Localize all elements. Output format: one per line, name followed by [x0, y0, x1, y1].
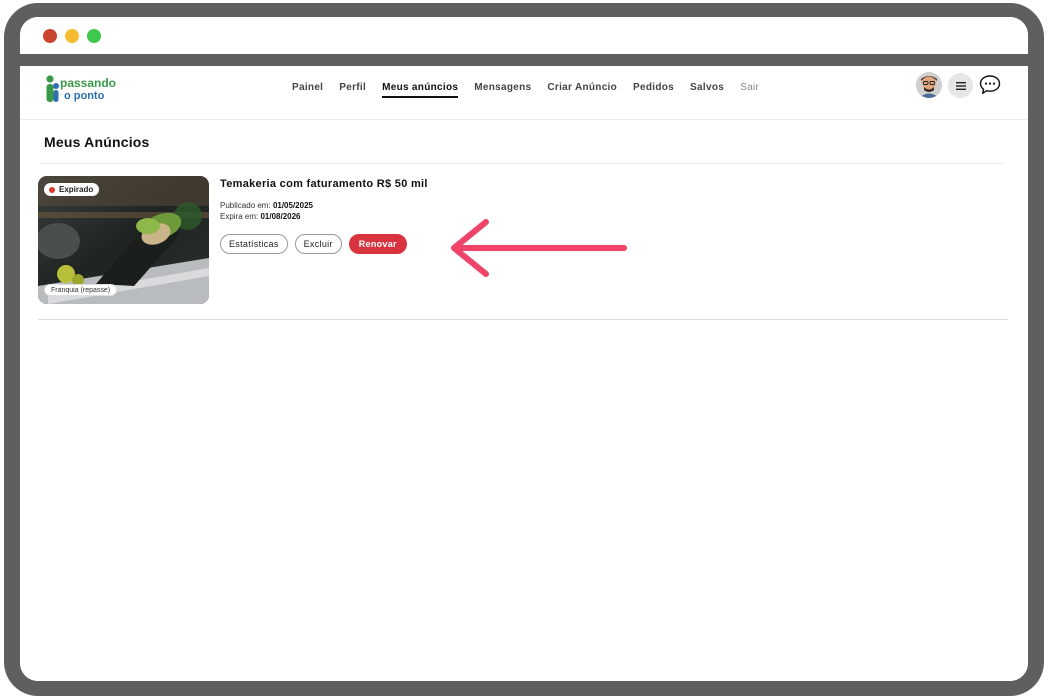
arrow-annotation-icon [430, 216, 630, 280]
divider [38, 319, 1008, 320]
expires-label: Expira em: [220, 212, 259, 221]
page-content: passando o ponto Painel Perfil Meus anún… [20, 66, 1028, 681]
device-frame: passando o ponto Painel Perfil Meus anún… [4, 3, 1044, 696]
nav-item-criar-anuncio[interactable]: Criar Anúncio [547, 82, 617, 98]
chat-bubble-icon [979, 75, 1001, 94]
nav-item-painel[interactable]: Painel [292, 82, 323, 98]
close-window-button[interactable] [43, 29, 57, 43]
hamburger-icon [955, 81, 966, 90]
page-title: Meus Anúncios [44, 134, 150, 150]
status-dot-icon [49, 186, 55, 193]
nav-item-mensagens[interactable]: Mensagens [474, 82, 531, 98]
delete-button[interactable]: Excluir [294, 234, 342, 254]
renew-button[interactable]: Renovar [348, 234, 407, 254]
chat-button[interactable] [979, 74, 1001, 96]
listing-actions: Estatísticas Excluir Renovar [220, 234, 414, 254]
status-badge-label: Expirado [59, 185, 94, 194]
window-titlebar [20, 17, 1028, 66]
svg-text:passando: passando [60, 76, 116, 90]
user-avatar[interactable] [916, 72, 942, 98]
divider [40, 163, 1004, 164]
published-label: Publicado em: [220, 201, 271, 210]
nav-item-meus-anuncios[interactable]: Meus anúncios [382, 82, 459, 98]
published-date: 01/05/2025 [272, 201, 313, 210]
nav-item-pedidos[interactable]: Pedidos [633, 82, 674, 98]
browser-window: passando o ponto Painel Perfil Meus anún… [20, 17, 1028, 681]
listing-image[interactable]: Expirado Franquia (repasse) [38, 176, 209, 304]
svg-text:o ponto: o ponto [64, 90, 105, 102]
published-row: Publicado em: 01/05/2025 [220, 200, 313, 211]
nav-item-salvos[interactable]: Salvos [690, 82, 724, 98]
site-logo[interactable]: passando o ponto [42, 74, 132, 104]
zoom-window-button[interactable] [87, 29, 101, 43]
nav-item-sair[interactable]: Sair [740, 82, 759, 98]
menu-button[interactable] [948, 73, 973, 98]
avatar-icon [916, 72, 942, 98]
expires-date: 01/08/2026 [260, 212, 301, 221]
status-badge: Expirado [44, 183, 100, 196]
main-nav: Painel Perfil Meus anúncios Mensagens Cr… [292, 82, 775, 98]
statistics-button[interactable]: Estatísticas [220, 234, 288, 254]
listing-title[interactable]: Temakeria com faturamento R$ 50 mil [220, 178, 428, 190]
nav-item-perfil[interactable]: Perfil [339, 82, 366, 98]
category-badge: Franquia (repasse) [44, 284, 118, 296]
minimize-window-button[interactable] [65, 29, 79, 43]
logo-icon: passando o ponto [46, 75, 116, 102]
listing-dates: Publicado em: 01/05/2025 Expira em: 01/0… [220, 200, 313, 222]
site-header: passando o ponto Painel Perfil Meus anún… [20, 66, 1028, 120]
expires-row: Expira em: 01/08/2026 [220, 211, 313, 222]
